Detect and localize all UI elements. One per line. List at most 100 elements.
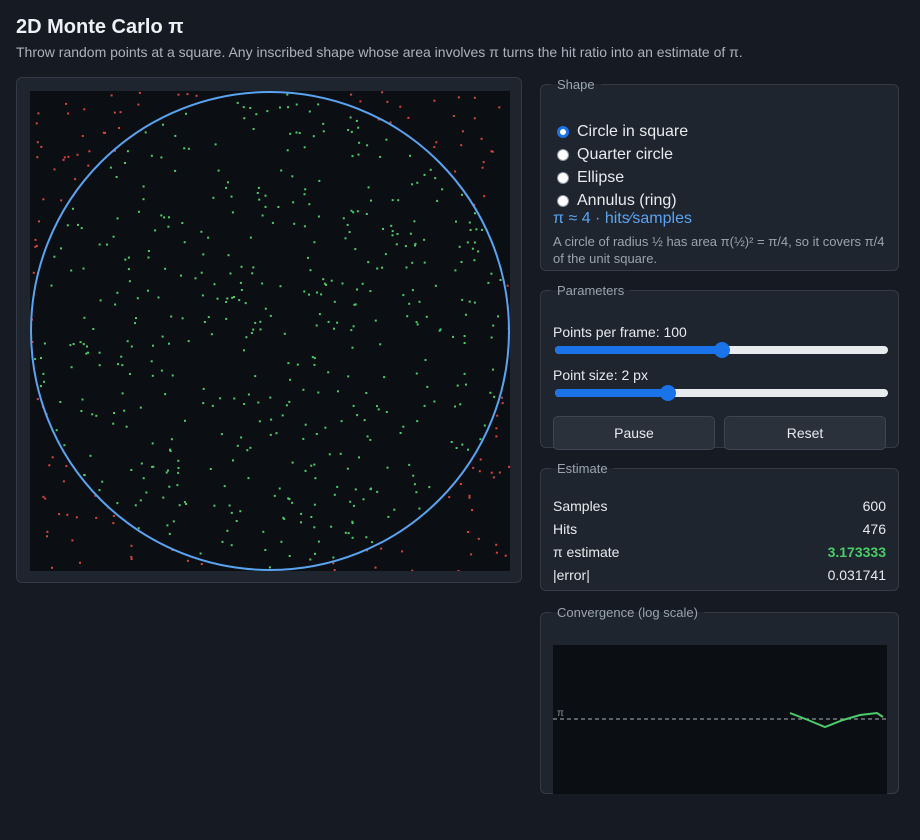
hit-point bbox=[231, 211, 234, 214]
miss-point bbox=[48, 464, 51, 467]
miss-point bbox=[60, 199, 63, 202]
shape-option-ellipse[interactable]: Ellipse bbox=[557, 168, 624, 188]
points-per-frame-slider[interactable] bbox=[555, 342, 888, 358]
hit-point bbox=[203, 321, 206, 323]
hit-point bbox=[340, 420, 343, 423]
hit-point bbox=[70, 269, 73, 272]
hit-point bbox=[307, 256, 309, 259]
hit-point bbox=[43, 380, 45, 383]
miss-point bbox=[37, 112, 40, 115]
radio-quarter-circle[interactable] bbox=[557, 149, 569, 161]
hit-point bbox=[413, 483, 416, 486]
hit-point bbox=[381, 266, 383, 269]
shape-option-quarter-circle[interactable]: Quarter circle bbox=[557, 145, 673, 165]
miss-point bbox=[500, 396, 503, 399]
miss-point bbox=[481, 166, 484, 169]
hit-point bbox=[314, 552, 316, 555]
hit-point bbox=[98, 351, 101, 354]
hit-point bbox=[348, 231, 351, 234]
estimate-panel: Estimate Samples 600 Hits 476 π estimate… bbox=[540, 461, 899, 591]
hit-point bbox=[134, 322, 136, 325]
point-size-slider[interactable] bbox=[555, 385, 888, 401]
hit-point bbox=[352, 325, 355, 328]
miss-point bbox=[380, 547, 383, 550]
hit-point bbox=[228, 504, 231, 507]
hit-point bbox=[130, 345, 133, 348]
hit-point bbox=[416, 420, 419, 423]
shape-option-circle[interactable]: Circle in square bbox=[557, 122, 688, 142]
hit-point bbox=[249, 446, 252, 449]
slider-thumb[interactable] bbox=[713, 342, 730, 358]
hit-point bbox=[414, 242, 417, 245]
hit-point bbox=[313, 357, 316, 360]
hit-point bbox=[310, 516, 313, 518]
miss-point bbox=[478, 470, 481, 473]
stat-value: 476 bbox=[862, 521, 886, 537]
hit-point bbox=[357, 126, 360, 129]
hit-point bbox=[416, 181, 419, 184]
miss-point bbox=[113, 111, 116, 114]
miss-point bbox=[433, 99, 436, 102]
hit-point bbox=[219, 397, 222, 400]
hit-point bbox=[288, 400, 291, 403]
hit-point bbox=[465, 383, 467, 386]
hit-point bbox=[98, 489, 101, 492]
hit-point bbox=[490, 336, 493, 339]
hit-point bbox=[288, 498, 291, 501]
miss-point bbox=[374, 566, 377, 569]
hit-point bbox=[220, 433, 223, 436]
miss-point bbox=[496, 414, 499, 417]
simulation-canvas[interactable] bbox=[30, 91, 510, 571]
hit-point bbox=[347, 375, 350, 378]
hit-point bbox=[358, 141, 361, 144]
hit-point bbox=[402, 294, 405, 297]
hit-point bbox=[413, 220, 416, 223]
hit-point bbox=[497, 315, 499, 318]
hit-point bbox=[243, 403, 246, 405]
miss-point bbox=[62, 480, 65, 483]
hit-point bbox=[151, 374, 154, 377]
miss-point bbox=[399, 105, 402, 108]
hit-point bbox=[347, 532, 350, 535]
radio-ellipse[interactable] bbox=[557, 172, 569, 184]
hit-point bbox=[216, 297, 219, 300]
hit-point bbox=[223, 485, 226, 488]
hit-point bbox=[168, 485, 171, 488]
reset-button[interactable]: Reset bbox=[724, 416, 886, 450]
slider-thumb[interactable] bbox=[660, 385, 677, 401]
hit-point bbox=[463, 342, 466, 344]
hit-point bbox=[354, 248, 357, 251]
shape-option-annulus[interactable]: Annulus (ring) bbox=[557, 191, 677, 211]
hit-point bbox=[288, 555, 291, 557]
radio-circle[interactable] bbox=[557, 126, 569, 138]
radio-annulus[interactable] bbox=[557, 195, 569, 207]
hit-point bbox=[213, 504, 216, 507]
hit-point bbox=[240, 436, 243, 439]
hit-point bbox=[227, 254, 230, 257]
miss-point bbox=[483, 195, 486, 198]
hit-point bbox=[162, 496, 165, 499]
stat-value: 0.031741 bbox=[827, 567, 886, 583]
pause-button[interactable]: Pause bbox=[553, 416, 715, 450]
hit-point bbox=[279, 285, 282, 288]
hit-point bbox=[127, 268, 130, 271]
hit-point bbox=[322, 278, 325, 281]
hit-point bbox=[264, 307, 267, 310]
hit-point bbox=[469, 229, 472, 231]
hit-point bbox=[92, 328, 95, 330]
hit-point bbox=[411, 183, 414, 186]
hit-point bbox=[351, 155, 354, 158]
hit-point bbox=[304, 188, 307, 191]
hit-point bbox=[438, 329, 441, 332]
hit-point bbox=[352, 211, 355, 214]
miss-point bbox=[468, 496, 471, 499]
miss-point bbox=[200, 563, 203, 565]
hit-point bbox=[251, 272, 254, 275]
hit-point bbox=[43, 342, 46, 345]
miss-point bbox=[186, 559, 189, 562]
hit-point bbox=[332, 556, 335, 559]
hit-point bbox=[291, 461, 294, 464]
hit-point bbox=[351, 536, 354, 539]
hit-point bbox=[313, 463, 316, 466]
hit-point bbox=[351, 346, 354, 349]
